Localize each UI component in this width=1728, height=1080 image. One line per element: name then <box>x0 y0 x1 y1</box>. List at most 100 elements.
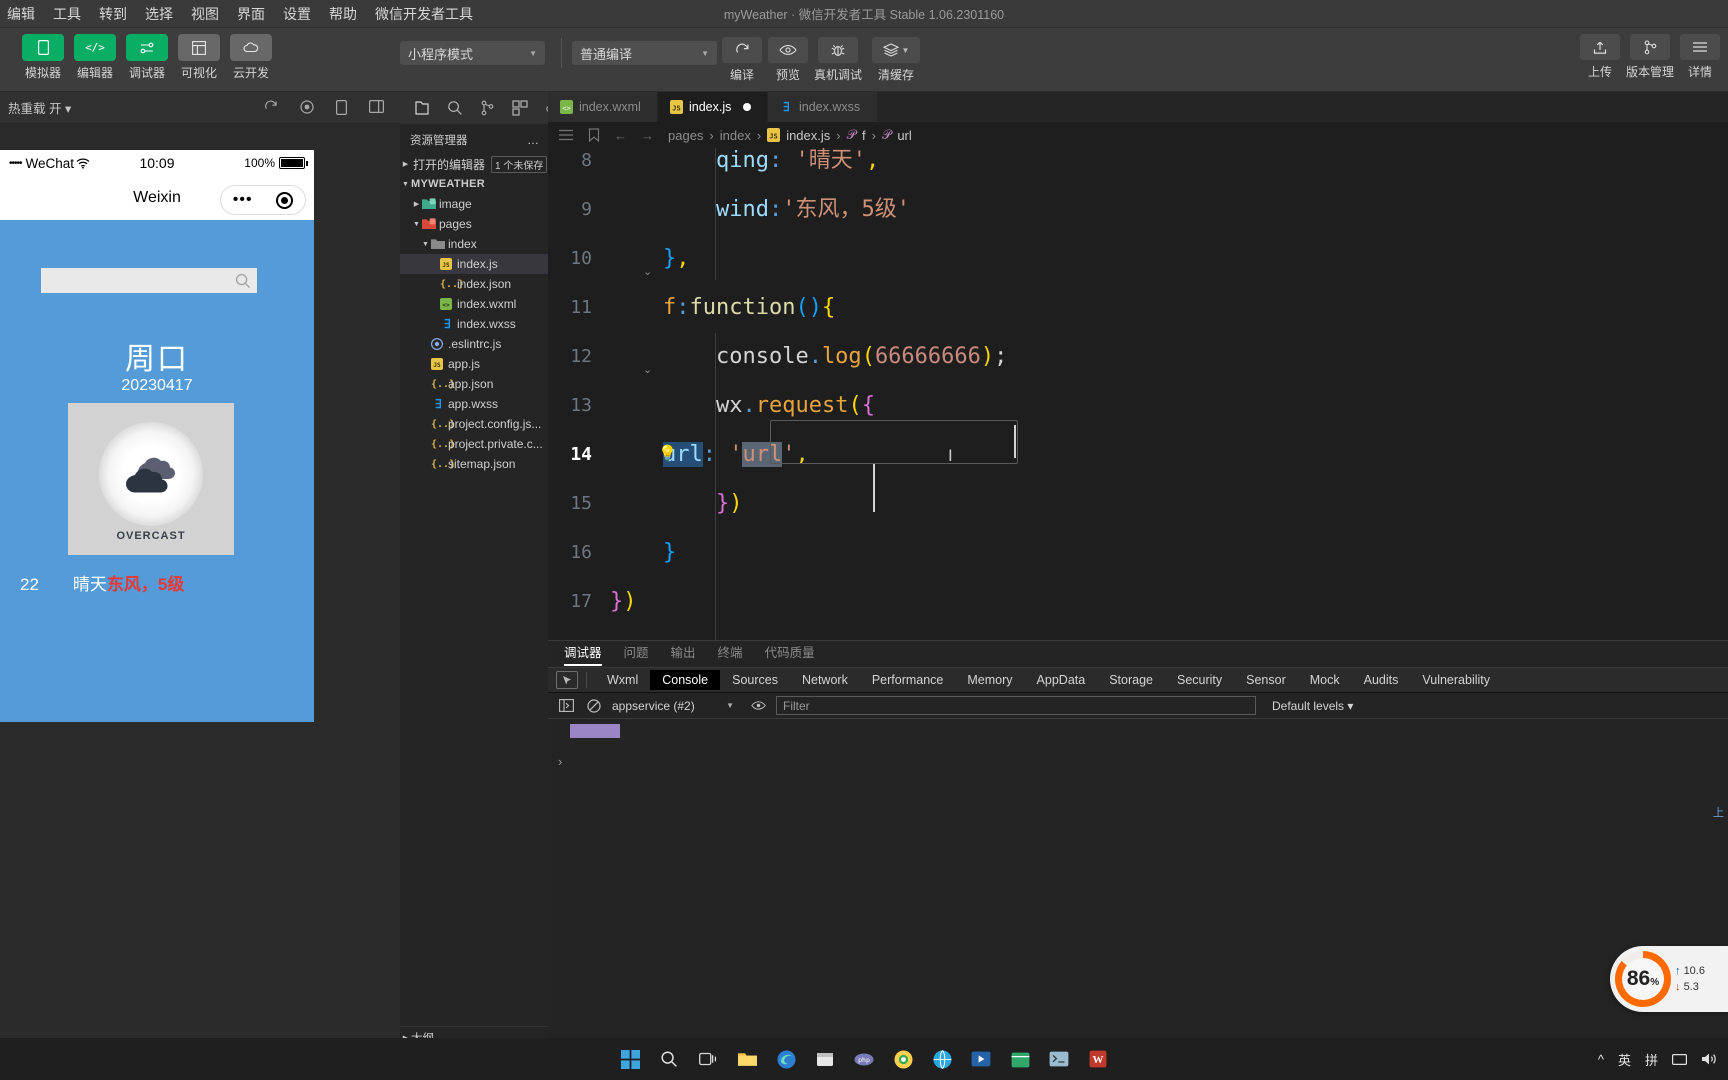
file-tree-item[interactable]: ∃ index.wxss <box>400 314 548 334</box>
file-tree-item[interactable]: JS app.js <box>400 354 548 374</box>
console-filter-input[interactable]: Filter <box>776 696 1256 715</box>
hot-reload-select[interactable]: 热重载 开 ▾ <box>8 98 71 117</box>
inspector-tab-audits[interactable]: Audits <box>1352 670 1411 690</box>
clear-console-icon[interactable] <box>584 697 604 715</box>
console-output[interactable]: › 上 <box>548 720 1728 1048</box>
inspector-tab-appdata[interactable]: AppData <box>1025 670 1098 690</box>
breadcrumb-index[interactable]: index <box>720 128 751 143</box>
toolbar-action-remote-debug[interactable]: 真机调试 <box>814 37 862 83</box>
toolbar-button-simulator[interactable]: 模拟器 <box>22 34 64 81</box>
console-prompt-icon[interactable]: › <box>558 754 562 769</box>
inspector-tab-sensor[interactable]: Sensor <box>1234 670 1298 690</box>
project-root-row[interactable]: ▼ MYWEATHER <box>400 174 548 194</box>
file-tree-item[interactable]: ▼ pages <box>400 214 548 234</box>
breadcrumb-symbol-url[interactable]: url <box>897 128 911 143</box>
menu-item-ui[interactable]: 界面 <box>228 2 274 26</box>
compile-select[interactable]: 普通编译 ▼ <box>572 41 717 65</box>
panel-tab-debugger[interactable]: 调试器 <box>564 642 602 666</box>
toolbar-button-debugger[interactable]: 调试器 <box>126 34 168 81</box>
fold-chevron-icon[interactable]: ⌄ <box>643 363 652 376</box>
breadcrumb-pages[interactable]: pages <box>668 128 703 143</box>
chevron-down-icon[interactable]: ▼ <box>420 241 431 248</box>
notification-icon[interactable] <box>1672 1052 1687 1067</box>
inspector-tab-storage[interactable]: Storage <box>1097 670 1165 690</box>
bookmark-icon[interactable] <box>588 128 600 142</box>
calendar-icon[interactable] <box>1005 1044 1035 1074</box>
inspector-tab-memory[interactable]: Memory <box>955 670 1024 690</box>
toolbar-button-visual[interactable]: 可视化 <box>178 34 220 81</box>
file-tree-item[interactable]: <> index.wxml <box>400 294 548 314</box>
mode-select[interactable]: 小程序模式 ▼ <box>400 41 545 65</box>
more-dots-icon[interactable]: ••• <box>233 192 253 208</box>
back-arrow-icon[interactable]: ← <box>614 128 627 143</box>
live-expression-icon[interactable] <box>748 697 768 715</box>
menu-item-goto[interactable]: 转到 <box>90 2 136 26</box>
php-app-icon[interactable]: php <box>849 1044 879 1074</box>
inspector-tab-vulnerability[interactable]: Vulnerability <box>1410 670 1502 690</box>
split-icon[interactable] <box>369 100 384 115</box>
menu-item-tools[interactable]: 工具 <box>44 2 90 26</box>
close-target-icon[interactable] <box>276 191 294 209</box>
menu-item-select[interactable]: 选择 <box>136 2 182 26</box>
file-tree-item[interactable]: .eslintrc.js <box>400 334 548 354</box>
file-tree-item[interactable]: ∃ app.wxss <box>400 394 548 414</box>
refresh-icon[interactable] <box>264 100 278 115</box>
code-editor[interactable]: 8 qing: '晴天', 9 wind:'东风，5级' 10 }, ⌄ 11 … <box>548 148 1728 640</box>
menu-item-devtools[interactable]: 微信开发者工具 <box>366 2 482 26</box>
toolbar-action-compile[interactable]: 编译 <box>722 37 762 83</box>
panel-tab-output[interactable]: 输出 <box>671 642 696 666</box>
chevron-right-icon[interactable]: ▶ <box>411 200 422 208</box>
task-view-icon[interactable] <box>693 1044 723 1074</box>
search-input[interactable] <box>41 268 257 293</box>
breadcrumb-symbol-f[interactable]: f <box>862 128 866 143</box>
tray-chevron-icon[interactable]: ^ <box>1598 1052 1604 1067</box>
inspector-tab-mock[interactable]: Mock <box>1298 670 1352 690</box>
editor-tab-index-wxss[interactable]: ∃ index.wxss <box>768 92 878 122</box>
menu-item-view[interactable]: 视图 <box>182 2 228 26</box>
menu-item-settings[interactable]: 设置 <box>274 2 320 26</box>
file-tree-item[interactable]: {..} project.config.js... <box>400 414 548 434</box>
file-tree-item[interactable]: ▶ image <box>400 194 548 214</box>
menu-item-help[interactable]: 帮助 <box>320 2 366 26</box>
search-icon[interactable] <box>654 1044 684 1074</box>
list-icon[interactable] <box>558 129 574 141</box>
file-tree-item[interactable]: {..} project.private.c... <box>400 434 548 454</box>
file-tree-item[interactable]: ▼ index <box>400 234 548 254</box>
toolbar-action-details[interactable]: 详情 <box>1680 34 1720 80</box>
toolbar-button-cloud[interactable]: 云开发 <box>230 34 272 81</box>
inspector-tab-wxml[interactable]: Wxml <box>595 670 650 690</box>
toolbar-action-version[interactable]: 版本管理 <box>1626 34 1674 80</box>
edge-browser-icon[interactable] <box>771 1044 801 1074</box>
editor-tab-index-wxml[interactable]: <> index.wxml <box>548 92 658 122</box>
toolbar-action-upload[interactable]: 上传 <box>1579 34 1620 80</box>
menu-item-edit[interactable]: 编辑 <box>0 2 44 26</box>
open-editors-row[interactable]: ▶ 打开的编辑器 1 个未保存 <box>400 154 548 174</box>
file-tree-item[interactable]: {..} index.json <box>400 274 548 294</box>
extensions-icon[interactable] <box>512 100 528 116</box>
search-icon[interactable] <box>447 100 463 116</box>
inspector-tab-security[interactable]: Security <box>1165 670 1234 690</box>
device-icon[interactable] <box>336 100 347 115</box>
wechat-capsule[interactable]: ••• <box>220 185 306 215</box>
files-icon[interactable] <box>414 100 430 116</box>
inspector-tab-network[interactable]: Network <box>790 670 860 690</box>
volume-icon[interactable] <box>1701 1052 1718 1066</box>
console-levels-select[interactable]: Default levels ▾ <box>1272 699 1353 713</box>
panel-tab-problems[interactable]: 问题 <box>624 642 649 666</box>
windows-start-icon[interactable] <box>615 1044 645 1074</box>
toolbar-action-preview[interactable]: 预览 <box>768 37 808 83</box>
file-tree-item[interactable]: {..} app.json <box>400 374 548 394</box>
explorer-more-icon[interactable]: … <box>527 133 540 147</box>
chrome-alt-icon[interactable] <box>888 1044 918 1074</box>
sidebar-toggle-icon[interactable] <box>556 697 576 715</box>
breadcrumb-file[interactable]: index.js <box>786 128 830 143</box>
panel-tab-quality[interactable]: 代码质量 <box>765 642 815 666</box>
toolbar-action-clear-cache[interactable]: ▼ 清缓存 <box>872 37 920 83</box>
record-icon[interactable] <box>300 100 314 115</box>
file-tree-item[interactable]: JS index.js <box>400 254 548 274</box>
performance-widget[interactable]: 86% ↑ 10.6 ↓ 5.3 <box>1610 946 1728 1012</box>
panel-tab-terminal[interactable]: 终端 <box>718 642 743 666</box>
terminal-icon[interactable] <box>1044 1044 1074 1074</box>
word-icon[interactable]: W <box>1083 1044 1113 1074</box>
ime-mode-indicator[interactable]: 拼 <box>1645 1050 1658 1069</box>
